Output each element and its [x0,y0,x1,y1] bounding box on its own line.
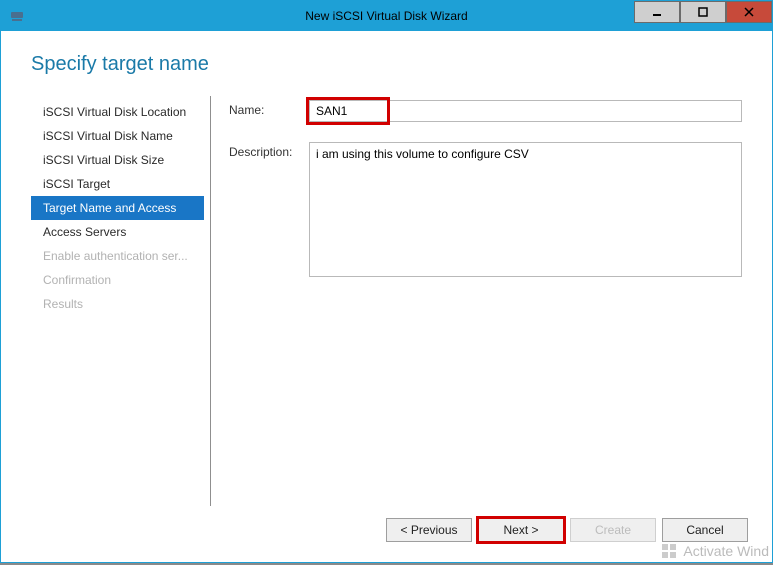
sidebar-item-confirmation: Confirmation [31,268,204,292]
footer-buttons: < Previous Next > Create Cancel [1,506,772,562]
window-controls [634,1,772,31]
name-input[interactable] [309,100,742,122]
page-title: Specify target name [31,53,742,76]
main-panel: Name: Description: i am using this volum… [211,96,742,506]
description-label: Description: [229,142,309,280]
sidebar-item-results: Results [31,292,204,316]
cancel-button[interactable]: Cancel [662,518,748,542]
name-row: Name: [229,100,742,122]
previous-button[interactable]: < Previous [386,518,472,542]
close-button[interactable] [726,1,772,23]
app-icon [9,8,25,24]
sidebar-item-access-servers[interactable]: Access Servers [31,220,204,244]
next-button[interactable]: Next > [478,518,564,542]
sidebar-item-target-name-access[interactable]: Target Name and Access [31,196,204,220]
description-input[interactable]: i am using this volume to configure CSV [309,142,742,277]
sidebar-item-enable-auth: Enable authentication ser... [31,244,204,268]
name-label: Name: [229,100,309,122]
description-row: Description: i am using this volume to c… [229,142,742,280]
sidebar-item-disk-name[interactable]: iSCSI Virtual Disk Name [31,124,204,148]
wizard-window: New iSCSI Virtual Disk Wizard Specify ta… [0,0,773,563]
header-area: Specify target name [1,31,772,86]
minimize-button[interactable] [634,1,680,23]
wizard-steps-sidebar: iSCSI Virtual Disk Location iSCSI Virtua… [31,96,211,506]
create-button: Create [570,518,656,542]
maximize-button[interactable] [680,1,726,23]
sidebar-item-location[interactable]: iSCSI Virtual Disk Location [31,100,204,124]
title-bar: New iSCSI Virtual Disk Wizard [1,1,772,31]
content-area: Specify target name iSCSI Virtual Disk L… [1,31,772,562]
sidebar-item-target[interactable]: iSCSI Target [31,172,204,196]
body-area: iSCSI Virtual Disk Location iSCSI Virtua… [1,86,772,506]
sidebar-item-disk-size[interactable]: iSCSI Virtual Disk Size [31,148,204,172]
